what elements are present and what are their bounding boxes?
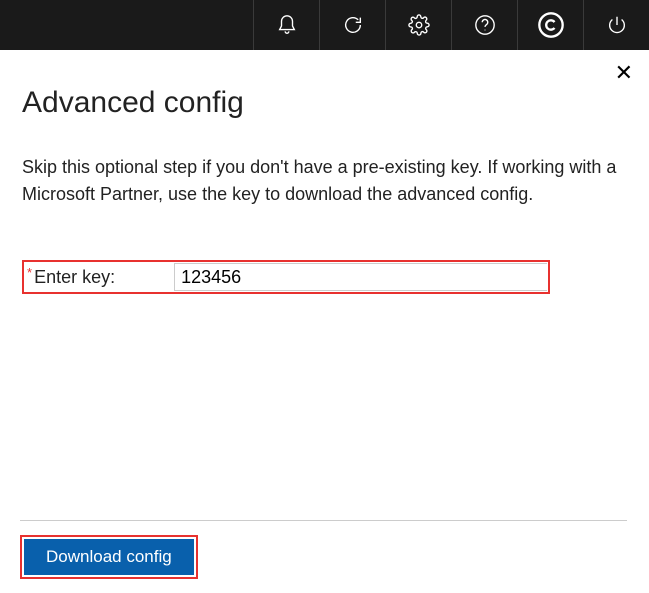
copyright-icon	[537, 11, 565, 39]
enter-key-field-row: * Enter key:	[22, 260, 550, 294]
enter-key-label: Enter key:	[34, 266, 174, 288]
close-icon: ✕	[615, 60, 633, 85]
topbar	[0, 0, 649, 50]
gear-icon	[408, 14, 430, 36]
download-button-highlight: Download config	[20, 535, 198, 579]
required-indicator: *	[24, 265, 34, 280]
refresh-button[interactable]	[319, 0, 385, 50]
download-config-button[interactable]: Download config	[24, 539, 194, 575]
description-text: Skip this optional step if you don't hav…	[22, 154, 627, 208]
refresh-icon	[342, 14, 364, 36]
page-title: Advanced config	[22, 86, 627, 120]
help-button[interactable]	[451, 0, 517, 50]
power-icon	[606, 14, 628, 36]
copyright-button[interactable]	[517, 0, 583, 50]
close-button[interactable]: ✕	[611, 60, 637, 86]
settings-button[interactable]	[385, 0, 451, 50]
spacer	[22, 294, 627, 520]
footer: Download config	[20, 520, 627, 593]
bell-icon	[276, 14, 298, 36]
enter-key-input[interactable]	[174, 263, 547, 291]
notifications-button[interactable]	[253, 0, 319, 50]
help-icon	[474, 14, 496, 36]
power-button[interactable]	[583, 0, 649, 50]
advanced-config-panel: ✕ Advanced config Skip this optional ste…	[0, 50, 649, 593]
